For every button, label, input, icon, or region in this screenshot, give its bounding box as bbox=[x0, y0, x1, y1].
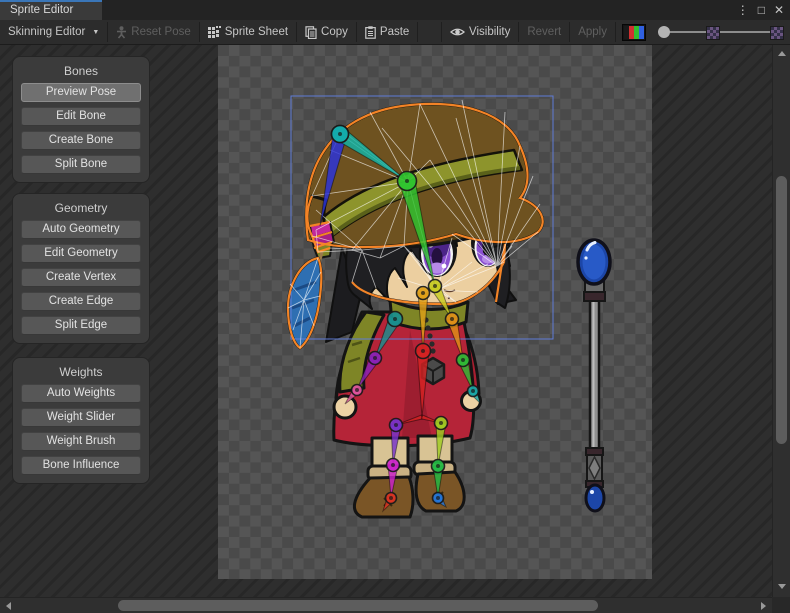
paste-label: Paste bbox=[380, 26, 409, 38]
window-controls: ⋮ □ ✕ bbox=[737, 2, 784, 18]
toolbar-right-group: Visibility Revert Apply bbox=[441, 20, 790, 44]
weight-slider-button[interactable]: Weight Slider bbox=[21, 408, 141, 427]
sprite-sheet-label: Sprite Sheet bbox=[225, 26, 288, 38]
edit-geometry-button[interactable]: Edit Geometry bbox=[21, 244, 141, 263]
panel-title: Bones bbox=[21, 64, 141, 78]
bone-joint-center bbox=[405, 179, 409, 183]
copy-label: Copy bbox=[321, 26, 348, 38]
bone-joint-center bbox=[461, 358, 465, 362]
sprite-editor-window: Sprite Editor ⋮ □ ✕ Skinning Editor ▼ Re… bbox=[0, 0, 790, 613]
create-edge-button[interactable]: Create Edge bbox=[21, 292, 141, 311]
copy-icon bbox=[305, 26, 317, 39]
scroll-up-icon[interactable] bbox=[778, 51, 786, 56]
reset-pose-label: Reset Pose bbox=[131, 26, 190, 38]
vertical-scroll-thumb[interactable] bbox=[776, 176, 787, 444]
horizontal-scroll-thumb[interactable] bbox=[118, 600, 598, 611]
texture-thumb-icon bbox=[770, 26, 784, 40]
toolbar-separator bbox=[417, 22, 418, 42]
bone-joint-center bbox=[394, 423, 398, 427]
bone-joint-center bbox=[439, 421, 443, 425]
bone-joint-center bbox=[436, 496, 440, 500]
revert-label: Revert bbox=[527, 26, 561, 38]
bone-joint-center bbox=[355, 388, 359, 392]
paste-button[interactable]: Paste bbox=[357, 20, 417, 44]
split-bone-button[interactable]: Split Bone bbox=[21, 155, 141, 174]
scrollbar-corner bbox=[772, 597, 790, 613]
bone-joint-center bbox=[391, 463, 395, 467]
bone-joint-center bbox=[433, 284, 437, 288]
create-bone-button[interactable]: Create Bone bbox=[21, 131, 141, 150]
tab-sprite-editor[interactable]: Sprite Editor bbox=[0, 0, 102, 20]
reset-pose-button[interactable]: Reset Pose bbox=[108, 20, 198, 44]
staff-sprite bbox=[578, 240, 610, 511]
auto-weights-button[interactable]: Auto Weights bbox=[21, 384, 141, 403]
close-icon[interactable]: ✕ bbox=[774, 2, 784, 18]
vertical-scrollbar[interactable] bbox=[772, 45, 790, 597]
panel-title: Geometry bbox=[21, 201, 141, 215]
bone-joint-center bbox=[389, 496, 393, 500]
bone-joint-center bbox=[373, 356, 377, 360]
sprite-sheet-button[interactable]: Sprite Sheet bbox=[200, 20, 296, 44]
paste-icon bbox=[365, 26, 376, 39]
toolbar: Skinning Editor ▼ Reset Pose Sprite Shee… bbox=[0, 20, 790, 45]
reset-pose-icon bbox=[116, 26, 127, 39]
mode-dropdown-label: Skinning Editor bbox=[8, 26, 85, 38]
bone-joint-center bbox=[436, 464, 440, 468]
chevron-down-icon: ▼ bbox=[92, 29, 99, 36]
bone-joint-center bbox=[421, 349, 425, 353]
bone-influence-button[interactable]: Bone Influence bbox=[21, 456, 141, 475]
menu-icon[interactable]: ⋮ bbox=[737, 2, 749, 18]
split-edge-button[interactable]: Split Edge bbox=[21, 316, 141, 335]
sprite-sheet-icon bbox=[208, 26, 221, 38]
panel-title: Weights bbox=[21, 365, 141, 379]
mode-dropdown[interactable]: Skinning Editor ▼ bbox=[0, 20, 107, 44]
panel-bones: Bones Preview Pose Edit Bone Create Bone… bbox=[12, 56, 150, 183]
horizontal-scrollbar[interactable] bbox=[0, 597, 772, 613]
visibility-label: Visibility bbox=[469, 26, 510, 38]
eye-icon bbox=[450, 26, 465, 38]
maximize-icon[interactable]: □ bbox=[758, 2, 765, 18]
slider-knob[interactable] bbox=[658, 26, 670, 38]
create-vertex-button[interactable]: Create Vertex bbox=[21, 268, 141, 287]
bone-joint-center bbox=[450, 317, 454, 321]
scroll-left-icon[interactable] bbox=[6, 602, 11, 610]
mip-slider[interactable] bbox=[654, 20, 788, 44]
toolbar-separator bbox=[615, 22, 616, 42]
panel-weights: Weights Auto Weights Weight Slider Weigh… bbox=[12, 357, 150, 484]
bone-joint-center bbox=[393, 317, 397, 321]
bone-joint-center bbox=[338, 132, 342, 136]
weight-brush-button[interactable]: Weight Brush bbox=[21, 432, 141, 451]
texture-thumb-icon bbox=[706, 26, 720, 40]
bone-joint-center bbox=[471, 389, 475, 393]
title-bar: Sprite Editor ⋮ □ ✕ bbox=[0, 0, 790, 20]
bone-joint-center bbox=[421, 291, 425, 295]
apply-button[interactable]: Apply bbox=[570, 20, 615, 44]
slider-track bbox=[660, 31, 784, 33]
scroll-right-icon[interactable] bbox=[761, 602, 766, 610]
character-sprite bbox=[288, 104, 543, 517]
auto-geometry-button[interactable]: Auto Geometry bbox=[21, 220, 141, 239]
channel-swatch-icon[interactable] bbox=[622, 24, 646, 41]
scroll-down-icon[interactable] bbox=[778, 584, 786, 589]
preview-pose-button[interactable]: Preview Pose bbox=[21, 83, 141, 102]
revert-button[interactable]: Revert bbox=[519, 20, 569, 44]
copy-button[interactable]: Copy bbox=[297, 20, 356, 44]
apply-label: Apply bbox=[578, 26, 607, 38]
panel-geometry: Geometry Auto Geometry Edit Geometry Cre… bbox=[12, 193, 150, 344]
edit-bone-button[interactable]: Edit Bone bbox=[21, 107, 141, 126]
visibility-button[interactable]: Visibility bbox=[442, 20, 518, 44]
